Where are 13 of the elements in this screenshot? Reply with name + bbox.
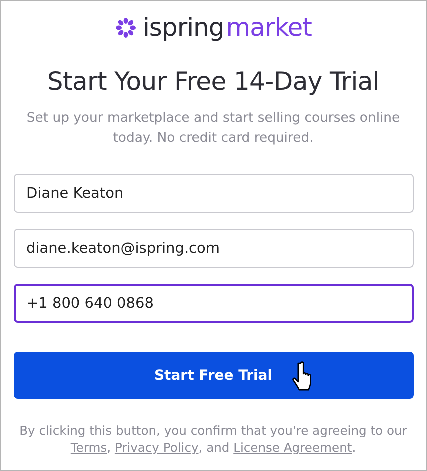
legal-link[interactable]: Privacy Policy [114,441,199,455]
legal-link[interactable]: License Agreement [234,441,352,455]
legal-notice: By clicking this button, you confirm that you're agreeing to our Terms, Privacy Policy, and License Agreement. [18,423,408,457]
input-field[interactable]: diane.keaton@ispring.com [14,229,414,268]
input-field[interactable]: +1 800 640 0868 [14,284,414,323]
logo-brand: ispring [142,13,224,42]
start-trial-button[interactable]: Start Free Trial [14,352,414,399]
logo-product: market [226,13,312,42]
subtitle: Set up your marketplace and start selling courses online today. No credit card required. [26,110,402,148]
legal-link[interactable]: Terms [70,441,108,455]
logo-icon [114,17,137,39]
input-field[interactable]: Diane Keaton [14,174,414,213]
page-title: Start Your Free 14-Day Trial [47,67,380,97]
